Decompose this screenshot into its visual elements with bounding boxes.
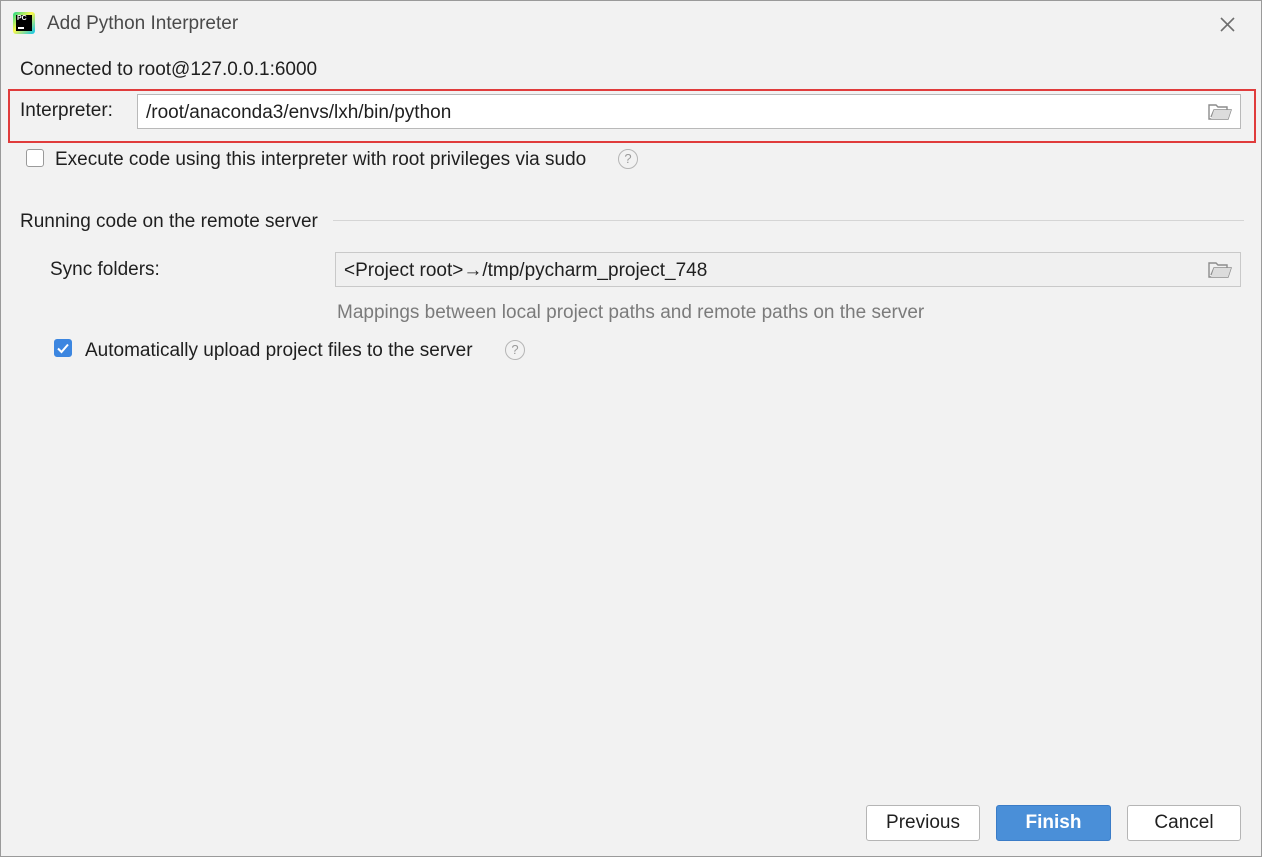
auto-upload-help-icon[interactable]: ? — [505, 340, 525, 360]
close-icon — [1220, 17, 1235, 32]
finish-button[interactable]: Finish — [996, 805, 1111, 841]
interpreter-label: Interpreter: — [20, 100, 113, 121]
sync-folders-hint: Mappings between local project paths and… — [337, 302, 925, 323]
cancel-button[interactable]: Cancel — [1127, 805, 1241, 841]
interpreter-input[interactable] — [138, 95, 1188, 130]
auto-upload-checkbox[interactable] — [54, 339, 72, 357]
folder-icon — [1208, 262, 1232, 278]
sudo-help-icon[interactable]: ? — [618, 149, 638, 169]
sync-folders-label: Sync folders: — [50, 259, 160, 280]
window-title: Add Python Interpreter — [47, 13, 239, 34]
sync-folders-field — [335, 252, 1262, 288]
sudo-checkbox[interactable] — [26, 149, 44, 167]
dialog-window: PC Add Python Interpreter Connected to r… — [0, 0, 1262, 857]
interpreter-field — [137, 94, 1241, 130]
connection-status: Connected to root@127.0.0.1:6000 — [20, 59, 318, 80]
pycharm-logo-icon: PC — [13, 12, 35, 34]
folder-icon — [1208, 104, 1232, 120]
title-bar: PC Add Python Interpreter — [1, 1, 1261, 47]
previous-button[interactable]: Previous — [866, 805, 980, 841]
section-divider — [333, 220, 1244, 221]
interpreter-browse-button[interactable] — [1208, 102, 1232, 122]
sync-folders-input[interactable] — [336, 253, 1262, 288]
close-button[interactable] — [1213, 11, 1241, 37]
sudo-label: Execute code using this interpreter with… — [55, 149, 587, 170]
auto-upload-label: Automatically upload project files to th… — [85, 340, 473, 361]
checkmark-icon — [57, 343, 69, 354]
remote-section-title: Running code on the remote server — [20, 211, 318, 232]
sync-folders-browse-button[interactable] — [1208, 260, 1232, 280]
